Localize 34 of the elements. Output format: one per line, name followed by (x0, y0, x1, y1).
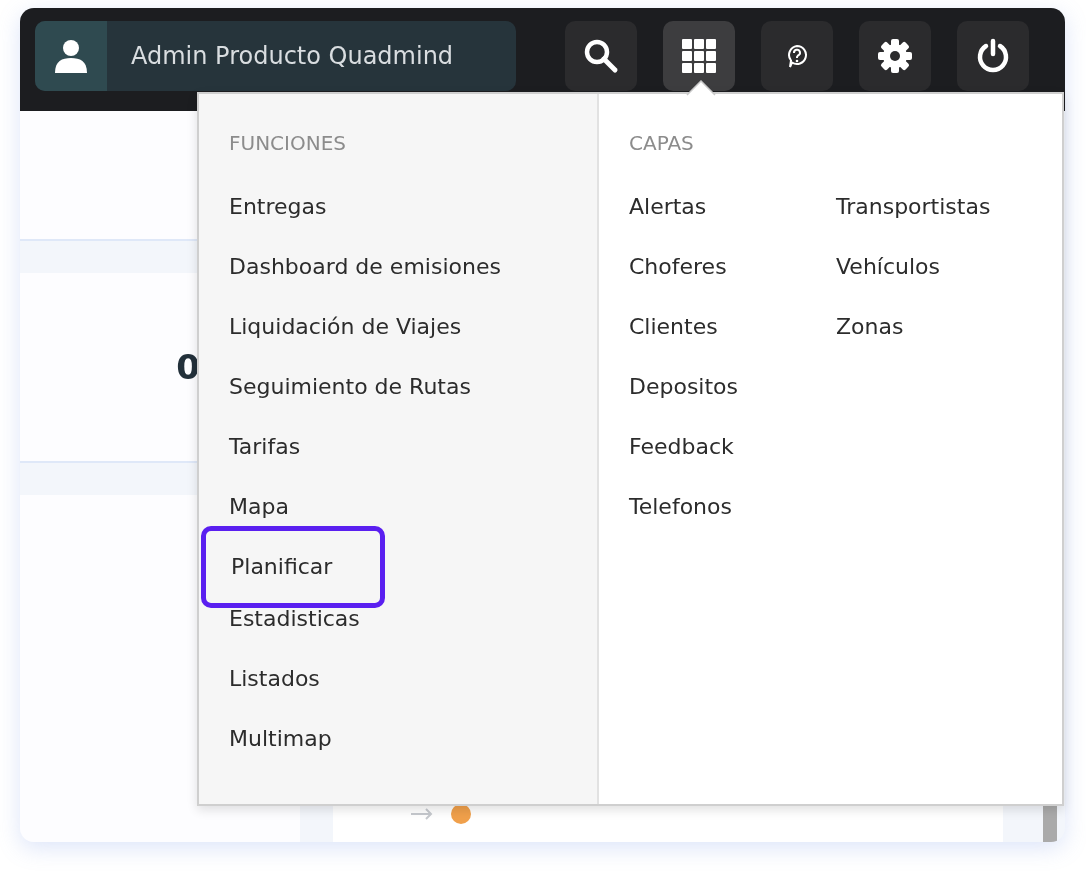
menu-item[interactable]: Telefonos (629, 492, 796, 552)
menu-item[interactable]: Listados (229, 664, 320, 724)
user-icon (52, 37, 90, 75)
menu-item[interactable]: Depositos (629, 372, 796, 432)
section-heading: FUNCIONES (229, 130, 346, 157)
menu-item[interactable]: Transportistas (836, 192, 1003, 252)
help-icon (786, 44, 808, 68)
menu-item[interactable]: Liquidación de Viajes (229, 312, 462, 372)
menu-item[interactable]: Seguimiento de Rutas (229, 372, 471, 432)
menu-item[interactable]: Dashboard de emisiones (229, 252, 501, 312)
power-icon (976, 38, 1010, 74)
grid-icon (682, 39, 716, 73)
help-button[interactable] (761, 21, 833, 91)
grid-button[interactable] (663, 21, 735, 91)
user-box[interactable]: Admin Producto Quadmind (35, 21, 516, 91)
menu-item[interactable]: Choferes (629, 252, 796, 312)
search-button[interactable] (565, 21, 637, 91)
menu-item[interactable]: Multimap (229, 724, 332, 784)
power-button[interactable] (957, 21, 1029, 91)
search-icon (583, 38, 619, 74)
menu-item[interactable]: Clientes (629, 312, 796, 372)
menu-item[interactable]: Vehículos (836, 252, 1003, 312)
menu-item[interactable]: Planificar (201, 526, 386, 608)
section-heading: CAPAS (629, 130, 694, 157)
settings-button[interactable] (859, 21, 931, 91)
user-name: Admin Producto Quadmind (130, 41, 454, 72)
menu-item[interactable]: Feedback (629, 432, 796, 492)
arrow-icon (411, 808, 433, 820)
menu-item[interactable]: Alertas (629, 192, 796, 252)
menu-item[interactable]: Tarifas (229, 432, 301, 492)
menu-item[interactable]: Entregas (229, 192, 327, 252)
menu-item[interactable]: Zonas (836, 312, 1003, 372)
summary-value: 0 (176, 347, 200, 387)
settings-icon (877, 38, 913, 74)
